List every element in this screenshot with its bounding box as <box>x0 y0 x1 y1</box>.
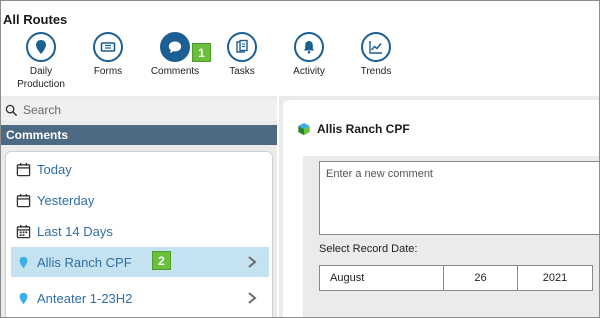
trends-button[interactable]: Trends <box>346 32 406 78</box>
app-window: All Routes Daily Production Forms Commen… <box>0 0 600 318</box>
record-date-picker[interactable]: August 26 2021 <box>319 265 593 291</box>
trends-label: Trends <box>360 66 392 77</box>
activity-label: Activity <box>293 66 325 77</box>
detail-panel: Allis Ranch CPF Select Record Date: Augu… <box>279 96 599 317</box>
cube-icon <box>298 122 310 136</box>
location-pin-icon <box>15 290 31 306</box>
tasks-label: Tasks <box>229 66 255 77</box>
comments-section-header: Comments <box>1 125 277 145</box>
step-badge-2: 2 <box>152 251 171 270</box>
tasks-button[interactable]: Tasks <box>212 32 272 78</box>
list-item-allis-ranch-cpf[interactable]: Allis Ranch CPF <box>11 247 269 277</box>
page-title: All Routes <box>3 12 68 27</box>
toolbar: Daily Production Forms Comments Tasks Ac <box>1 32 421 94</box>
detail-header: Allis Ranch CPF <box>297 122 410 136</box>
daily-production-button[interactable]: Daily Production <box>11 32 71 91</box>
list-item-today[interactable]: Today <box>11 154 269 184</box>
list-item-anteater-1-23h2[interactable]: Anteater 1-23H2 <box>11 283 269 313</box>
comment-form: Select Record Date: August 26 2021 <box>303 156 599 317</box>
chevron-right-icon <box>248 256 257 268</box>
detail-title: Allis Ranch CPF <box>317 122 410 136</box>
date-year[interactable]: 2021 <box>518 266 592 290</box>
list-item-label: Anteater 1-23H2 <box>37 290 133 306</box>
ticket-icon <box>93 32 123 62</box>
search-input[interactable] <box>23 103 253 117</box>
list-item-last-14-days[interactable]: Last 14 Days <box>11 216 269 246</box>
date-day[interactable]: 26 <box>444 266 518 290</box>
detail-card: Allis Ranch CPF Select Record Date: Augu… <box>283 100 599 317</box>
search-icon <box>5 104 18 116</box>
forms-label: Forms <box>93 66 123 77</box>
calendar-range-icon <box>15 223 31 239</box>
calendar-icon <box>15 161 31 177</box>
date-month[interactable]: August <box>320 266 444 290</box>
sidebar: Comments Today Yesterday Last 14 Days <box>1 96 277 317</box>
speech-bubble-icon <box>160 32 190 62</box>
list-item-label: Allis Ranch CPF <box>37 254 132 270</box>
activity-button[interactable]: Activity <box>279 32 339 78</box>
list-item-yesterday[interactable]: Yesterday <box>11 185 269 215</box>
bell-icon <box>294 32 324 62</box>
clipboard-icon <box>227 32 257 62</box>
comment-input[interactable] <box>319 161 599 235</box>
location-pin-icon <box>15 254 31 270</box>
chevron-right-icon <box>248 292 257 304</box>
forms-button[interactable]: Forms <box>78 32 138 78</box>
list-item-label: Today <box>37 161 72 177</box>
record-date-label: Select Record Date: <box>319 243 418 255</box>
search-bar[interactable] <box>1 99 277 121</box>
calendar-icon <box>15 192 31 208</box>
daily-production-label: Daily Production <box>17 66 65 90</box>
line-chart-icon <box>361 32 391 62</box>
list-item-label: Yesterday <box>37 192 95 208</box>
comments-list: Today Yesterday Last 14 Days Allis Ranch… <box>5 151 273 317</box>
step-badge-1: 1 <box>192 43 211 62</box>
location-pin-icon <box>26 32 56 62</box>
comments-label: Comments <box>150 66 200 77</box>
list-item-label: Last 14 Days <box>37 223 113 239</box>
